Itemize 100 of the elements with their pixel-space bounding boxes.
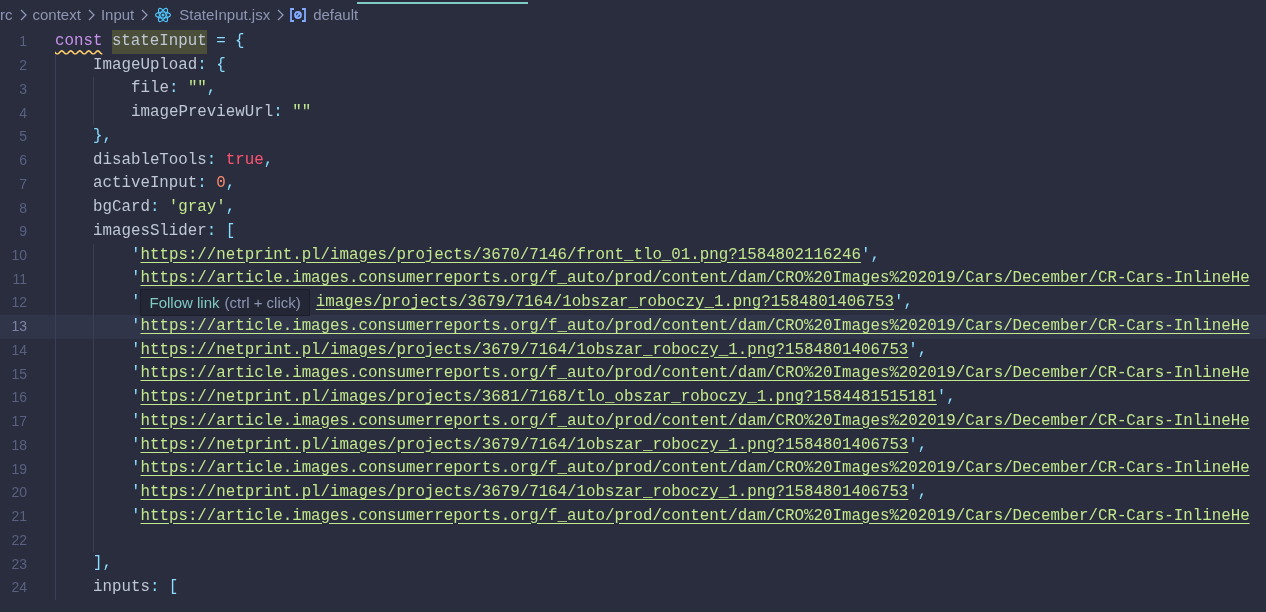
breadcrumb-item[interactable]: Input — [100, 3, 135, 27]
punctuation: : — [149, 197, 161, 219]
punctuation: , — [870, 244, 880, 266]
property-key: bgCard — [93, 196, 150, 220]
line-number: 1 — [18, 32, 27, 52]
quote-mark: ' — [908, 434, 918, 456]
quote-mark: ' — [908, 339, 918, 361]
property-key: disableTools — [93, 148, 207, 173]
quote-mark: ' — [131, 434, 141, 456]
breadcrumb-symbol[interactable]: default — [313, 3, 359, 27]
property-key: ImageUpload — [93, 53, 198, 78]
url-link[interactable]: https://article.images.consumerreports.org/f_auto/prod/content/dam/CRO%20Images%202019/Cars/December/CR-Cars-InlineHe — [140, 457, 1250, 481]
variable-icon — [290, 8, 307, 22]
quote-mark: ' — [894, 292, 904, 314]
url-link[interactable]: https://netprint.pl/images/projects/3670/7146/front_tlo_01.png?1584802116246 — [140, 243, 861, 268]
quote-mark: ' — [131, 410, 141, 432]
punctuation: : [ — [206, 220, 236, 242]
line-number: 20 — [10, 483, 27, 503]
quote-mark: ' — [131, 505, 141, 527]
punctuation: , — [225, 197, 236, 219]
punctuation: , — [206, 78, 217, 100]
line-number: 6 — [18, 151, 27, 171]
punctuation: : — [197, 173, 208, 195]
quote-mark: ' — [131, 387, 141, 409]
boolean-literal: true — [225, 149, 264, 171]
chevron-icon — [139, 8, 150, 22]
line-number: 3 — [18, 79, 27, 99]
line-number: 8 — [18, 198, 27, 218]
punctuation: , — [263, 149, 274, 171]
quote-mark: ' — [131, 244, 141, 266]
tooltip-action[interactable]: Follow link — [149, 291, 220, 315]
punctuation: , — [225, 173, 236, 195]
chevron-icon — [275, 8, 286, 22]
url-link[interactable]: https://article.images.consumerreports.org/f_auto/prod/content/dam/CRO%20Images%202019/Cars/December/CR-Cars-InlineHe — [140, 409, 1250, 434]
property-key: file — [131, 77, 169, 102]
quote-mark: ' — [936, 387, 947, 409]
property-key: inputs — [93, 575, 150, 600]
url-link[interactable]: https://article.images.consumerreports.org/f_auto/prod/content/dam/CRO%20Images%202019/Cars/December/CR-Cars-InlineHe — [140, 314, 1250, 339]
line-number: 23 — [10, 554, 27, 574]
line-number: 4 — [18, 103, 27, 123]
string-literal: "" — [292, 102, 312, 124]
punctuation: : [ — [149, 576, 179, 598]
punctuation: = { — [215, 31, 245, 52]
punctuation: : — [273, 102, 284, 124]
line-number: 9 — [18, 222, 27, 242]
line-number: 15 — [10, 364, 27, 384]
url-link[interactable]: https://article.images.consumerreports.org/f_auto/prod/content/dam/CRO%20Images%202019/Cars/December/CR-Cars-InlineHe — [140, 267, 1250, 292]
quote-mark: ' — [131, 458, 141, 480]
tooltip-shortcut: (ctrl + click) — [224, 292, 301, 313]
line-number: 2 — [18, 56, 27, 76]
punctuation: : — [206, 149, 218, 171]
punctuation: , — [946, 387, 956, 409]
punctuation: , — [917, 434, 928, 456]
line-number: 11 — [11, 269, 27, 289]
quote-mark: ' — [131, 481, 141, 503]
punctuation: , — [917, 339, 928, 361]
property-key: imagePreviewUrl — [131, 101, 274, 125]
url-link[interactable]: https://netprint.pl/images/projects/3679/7164/1obszar_roboczy_1.png?1584801406753 — [140, 480, 909, 505]
punctuation: }, — [93, 125, 112, 147]
line-number: 7 — [18, 174, 27, 194]
line-number: 17 — [10, 412, 27, 432]
punctuation: : — [168, 78, 180, 100]
punctuation: ], — [93, 553, 112, 575]
line-number: 16 — [10, 388, 27, 408]
line-number: 10 — [10, 245, 27, 265]
url-link[interactable]: https://netprint.pl/images/projects/3679/7164/1obszar_roboczy_1.png?1584801406753 — [140, 338, 909, 363]
string-literal: 'gray' — [168, 197, 226, 219]
line-number: 14 — [10, 340, 27, 360]
breadcrumb-item[interactable]: rc — [0, 3, 13, 27]
breadcrumb-file[interactable]: StateInput.jsx — [179, 3, 271, 27]
atom-icon — [154, 6, 173, 24]
url-link[interactable]: https://article.images.consumerreports.org/f_auto/prod/content/dam/CRO%20Images%202019/Cars/December/CR-Cars-InlineHe — [140, 362, 1250, 386]
line-number: 22 — [10, 530, 27, 550]
punctuation: : { — [197, 54, 226, 76]
url-link[interactable]: images/projects/3679/7164/1obszar_roboczy_1.png?1584801406753 — [315, 291, 895, 315]
url-link[interactable]: https://article.images.consumerreports.org/f_auto/prod/content/dam/CRO%20Images%202019/Cars/December/CR-Cars-InlineHe — [140, 504, 1250, 529]
quote-mark: ' — [908, 481, 918, 503]
string-literal: "" — [187, 78, 207, 100]
highlighted-variable: stateInput — [111, 30, 207, 54]
url-link[interactable]: https://netprint.pl/images/projects/3679/7164/1obszar_roboczy_1.png?1584801406753 — [140, 433, 909, 458]
property-key: activeInput — [93, 172, 198, 197]
number-literal: 0 — [216, 173, 226, 195]
line-number: 19 — [10, 459, 27, 479]
quote-mark: ' — [131, 315, 141, 337]
quote-mark: ' — [860, 244, 871, 266]
property-key: imagesSlider — [93, 219, 207, 244]
line-number: 24 — [10, 578, 27, 598]
quote-mark: ' — [131, 292, 141, 314]
quote-mark: ' — [131, 339, 141, 361]
line-number: 5 — [18, 127, 27, 147]
punctuation: , — [917, 481, 928, 503]
line-number: 13 — [10, 317, 27, 337]
line-number: 18 — [10, 435, 27, 455]
line-number: 12 — [10, 293, 27, 313]
punctuation: , — [903, 292, 913, 314]
quote-mark: ' — [131, 363, 141, 385]
breadcrumb-item[interactable]: context — [32, 3, 81, 27]
keyword: const — [55, 31, 103, 52]
line-number: 21 — [10, 507, 27, 527]
url-link[interactable]: https://netprint.pl/images/projects/3681/7168/tlo_obszar_roboczy_1.png?1584481515181 — [140, 386, 937, 410]
